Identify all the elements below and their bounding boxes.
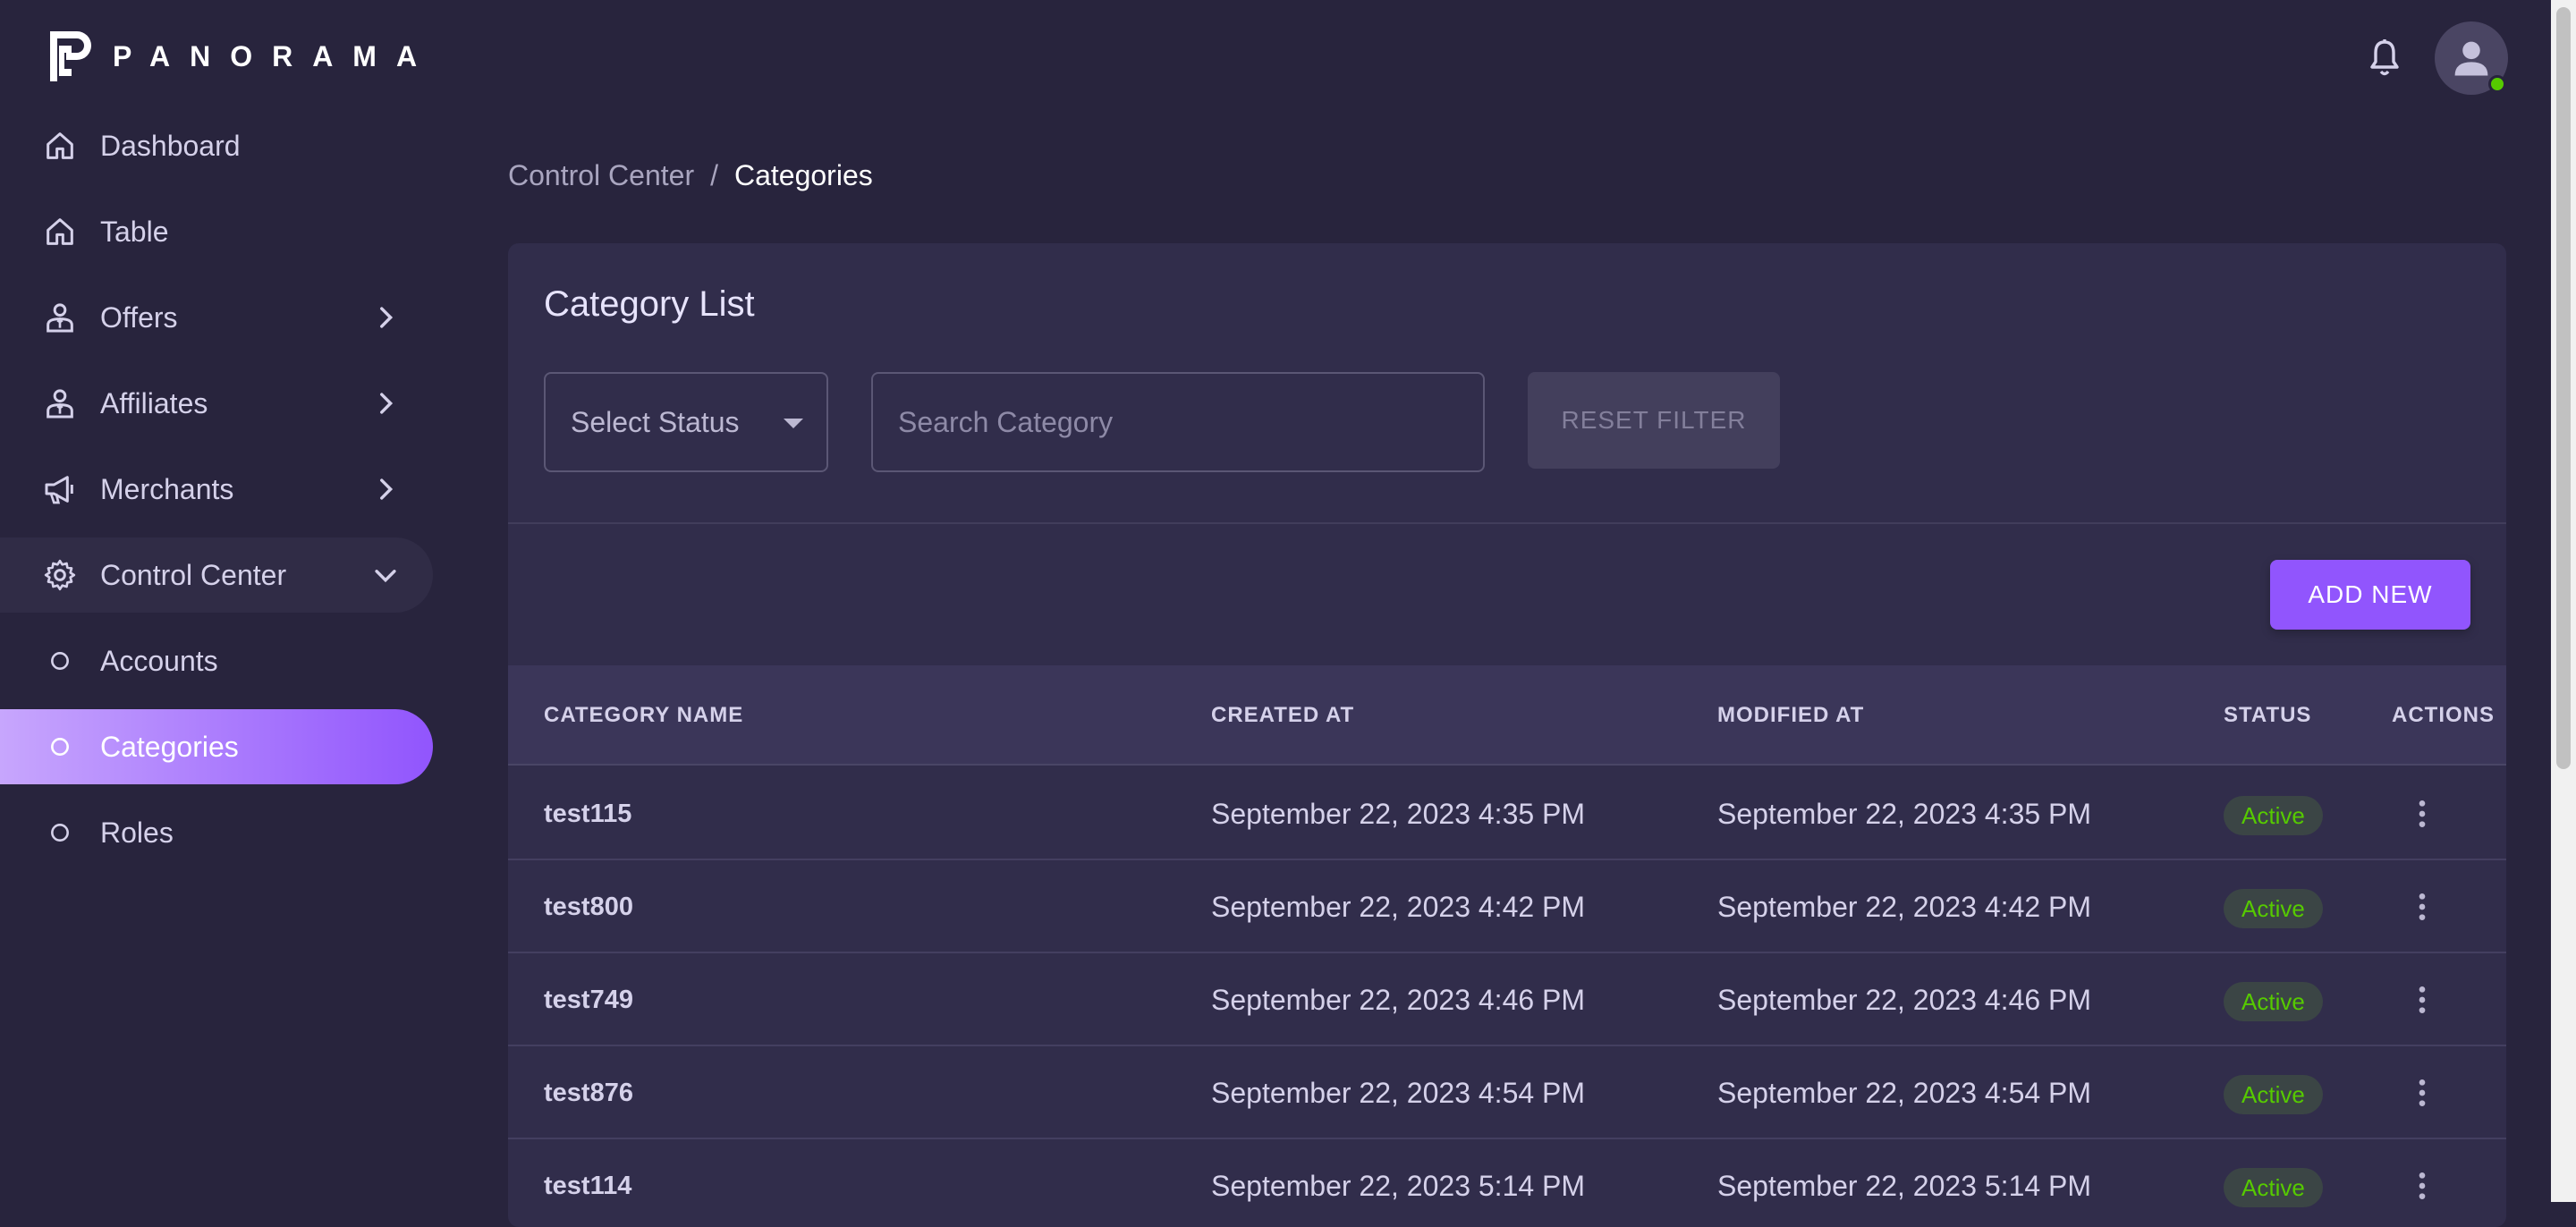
user-icon: [2454, 41, 2488, 76]
sidebar-item-affiliates[interactable]: Affiliates: [0, 366, 433, 441]
table-row[interactable]: test749 September 22, 2023 4:46 PM Septe…: [508, 953, 2506, 1046]
avatar[interactable]: [2435, 21, 2508, 95]
sidebar-item-dashboard[interactable]: Dashboard: [0, 108, 433, 183]
status-badge: Active: [2224, 982, 2323, 1021]
circle-outline-icon: [41, 642, 79, 680]
breadcrumb: Control Center / Categories: [508, 159, 873, 192]
modified-at-cell: September 22, 2023 4:54 PM: [1717, 1077, 2092, 1109]
sidebar-item-merchants[interactable]: Merchants: [0, 452, 433, 527]
category-list-card: Category List Select Status RESET FILTER…: [508, 243, 2506, 1227]
chevron-right-icon: [380, 478, 394, 500]
gear-icon: [41, 556, 79, 594]
more-vertical-icon[interactable]: [2404, 982, 2440, 1018]
divider: [508, 522, 2506, 524]
panorama-logo-icon: [50, 31, 91, 81]
page-scrollbar[interactable]: [2551, 0, 2576, 1202]
home-icon: [41, 213, 79, 250]
table-row[interactable]: test114 September 22, 2023 5:14 PM Septe…: [508, 1139, 2506, 1227]
column-header-modified-at[interactable]: MODIFIED AT: [1717, 665, 1864, 766]
sidebar-item-control-center[interactable]: Control Center: [0, 537, 433, 613]
more-vertical-icon[interactable]: [2404, 796, 2440, 832]
table-row[interactable]: test115 September 22, 2023 4:35 PM Septe…: [508, 767, 2506, 860]
modified-at-cell: September 22, 2023 5:14 PM: [1717, 1170, 2092, 1202]
chevron-right-icon: [380, 307, 394, 328]
sidebar-item-label: Offers: [100, 300, 178, 334]
more-vertical-icon[interactable]: [2404, 1168, 2440, 1204]
created-at-cell: September 22, 2023 4:42 PM: [1211, 891, 1586, 923]
status-badge: Active: [2224, 1168, 2323, 1207]
scrollbar-thumb[interactable]: [2556, 7, 2571, 769]
search-input[interactable]: [871, 372, 1485, 472]
circle-outline-icon: [41, 728, 79, 766]
status-badge: Active: [2224, 1075, 2323, 1114]
table-row[interactable]: test800 September 22, 2023 4:42 PM Septe…: [508, 860, 2506, 953]
category-name-cell: test800: [544, 893, 633, 921]
sidebar-item-roles[interactable]: Roles: [0, 795, 433, 870]
category-name-cell: test115: [544, 800, 632, 828]
column-header-actions: ACTIONS: [2392, 703, 2495, 727]
created-at-cell: September 22, 2023 4:46 PM: [1211, 984, 1586, 1016]
sidebar-item-label: Categories: [100, 730, 239, 763]
online-status-dot: [2488, 75, 2506, 93]
column-header-category-name[interactable]: CATEGORY NAME: [544, 665, 743, 766]
account-tie-icon: [41, 385, 79, 422]
category-name-cell: test876: [544, 1079, 633, 1107]
more-vertical-icon[interactable]: [2404, 889, 2440, 925]
created-at-cell: September 22, 2023 5:14 PM: [1211, 1170, 1586, 1202]
status-select-value: Select Status: [571, 405, 740, 438]
status-badge: Active: [2224, 889, 2323, 928]
breadcrumb-separator: /: [710, 159, 718, 191]
circle-outline-icon: [41, 814, 79, 851]
bullhorn-icon: [41, 470, 79, 508]
chevron-down-icon: [375, 570, 396, 583]
modified-at-cell: September 22, 2023 4:42 PM: [1717, 891, 2092, 923]
add-new-button[interactable]: ADD NEW: [2270, 560, 2470, 630]
bell-icon[interactable]: [2363, 36, 2406, 80]
created-at-cell: September 22, 2023 4:35 PM: [1211, 798, 1586, 830]
account-tie-icon: [41, 299, 79, 336]
modified-at-cell: September 22, 2023 4:35 PM: [1717, 798, 2092, 830]
sidebar-item-label: Roles: [100, 816, 174, 849]
sidebar-item-categories[interactable]: Categories: [0, 709, 433, 784]
status-badge: Active: [2224, 796, 2323, 835]
sidebar-item-label: Accounts: [100, 644, 218, 677]
chevron-right-icon: [380, 393, 394, 414]
breadcrumb-parent[interactable]: Control Center: [508, 159, 694, 192]
created-at-cell: September 22, 2023 4:54 PM: [1211, 1077, 1586, 1109]
sidebar-item-label: Dashboard: [100, 129, 241, 162]
page-title: Category List: [544, 284, 755, 324]
sidebar-item-accounts[interactable]: Accounts: [0, 623, 433, 698]
sidebar: PANORAMA Dashboard Table Offers Affiliat…: [0, 0, 447, 1202]
modified-at-cell: September 22, 2023 4:46 PM: [1717, 984, 2092, 1016]
table-row[interactable]: test876 September 22, 2023 4:54 PM Septe…: [508, 1046, 2506, 1139]
brand[interactable]: PANORAMA: [47, 27, 436, 86]
category-name-cell: test749: [544, 986, 633, 1014]
category-name-cell: test114: [544, 1172, 632, 1200]
sidebar-item-offers[interactable]: Offers: [0, 280, 433, 355]
reset-filter-button[interactable]: RESET FILTER: [1528, 372, 1780, 469]
sidebar-item-table[interactable]: Table: [0, 194, 433, 269]
caret-down-icon: [784, 419, 803, 428]
home-icon: [41, 127, 79, 165]
sidebar-item-label: Merchants: [100, 472, 234, 505]
breadcrumb-current: Categories: [733, 159, 873, 191]
brand-name: PANORAMA: [113, 39, 437, 72]
column-header-created-at[interactable]: CREATED AT: [1211, 665, 1354, 766]
sidebar-item-label: Control Center: [100, 558, 287, 591]
more-vertical-icon[interactable]: [2404, 1075, 2440, 1111]
table-header: CATEGORY NAME CREATED AT MODIFIED AT STA…: [508, 665, 2506, 766]
status-select[interactable]: Select Status: [544, 372, 828, 472]
column-header-status[interactable]: STATUS: [2224, 665, 2311, 766]
sidebar-nav: Dashboard Table Offers Affiliates Mercha…: [0, 108, 433, 881]
sidebar-item-label: Table: [100, 215, 169, 248]
sidebar-item-label: Affiliates: [100, 386, 208, 419]
